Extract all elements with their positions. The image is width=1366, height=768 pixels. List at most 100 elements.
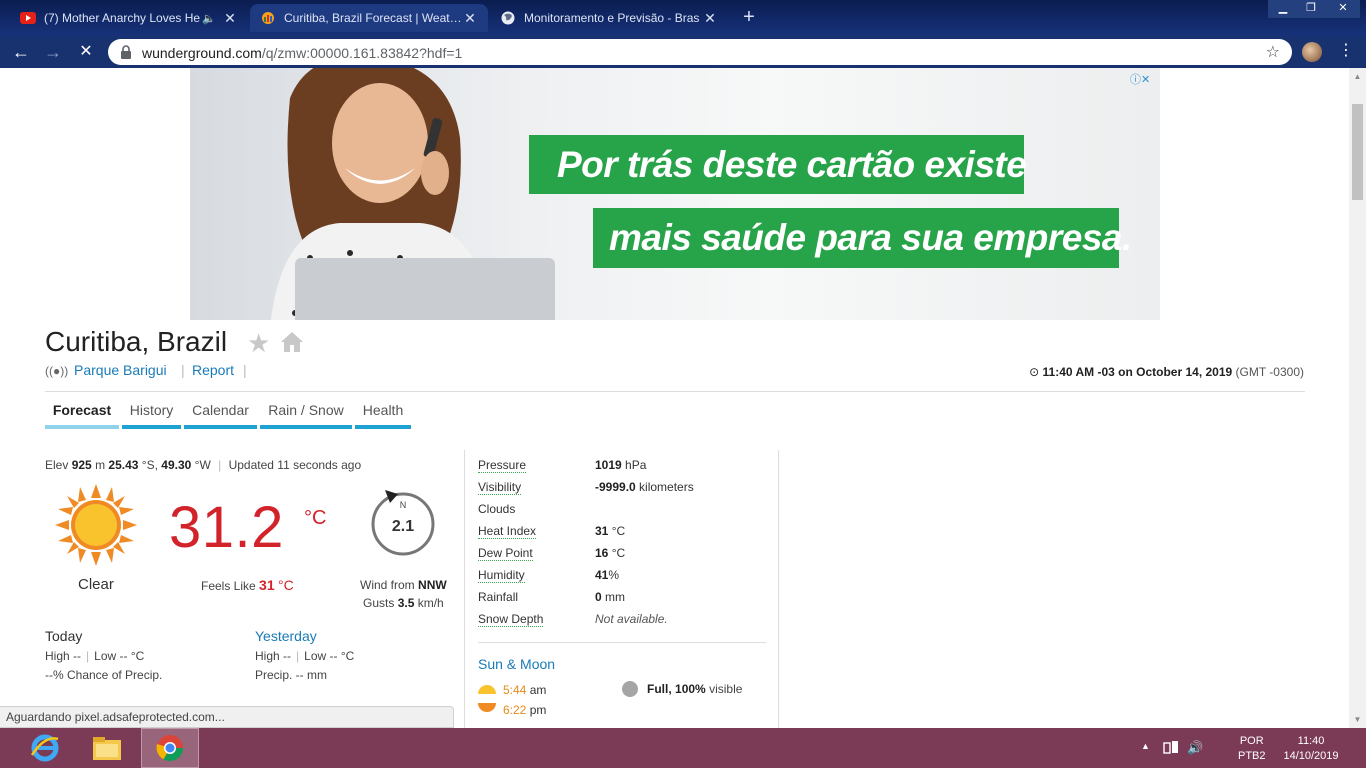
today-title: Today	[45, 628, 83, 644]
url-path: /q/zmw:00000.161.83842?hdf=1	[261, 45, 463, 61]
moon-phase: Full, 100% visible	[647, 682, 743, 696]
menu-icon[interactable]: ⋮	[1338, 40, 1354, 60]
minimize-button[interactable]: ▁	[1268, 0, 1298, 18]
browser-status-bar: Aguardando pixel.adsafeprotected.com...	[0, 706, 454, 728]
tab-label: History	[129, 402, 174, 418]
restore-button[interactable]: ❐	[1296, 0, 1326, 18]
page-scrollbar[interactable]: ▲ ▼	[1349, 68, 1366, 728]
favorite-star-icon[interactable]: ★	[247, 329, 270, 357]
divider: |	[243, 362, 247, 378]
snow-depth-label[interactable]: Snow Depth	[478, 612, 544, 627]
clock-icon: ⊙	[1029, 365, 1040, 379]
report-link[interactable]: Report	[192, 362, 234, 378]
home-icon[interactable]	[280, 331, 304, 353]
tray-expand-icon[interactable]: ▲	[1141, 741, 1150, 751]
stop-icon[interactable]: ✕	[75, 42, 97, 62]
chrome-taskbar-icon[interactable]	[141, 728, 199, 768]
tab-history[interactable]: History	[122, 400, 181, 429]
feels-like: Feels Like 31 °C	[201, 577, 294, 593]
url-host: wunderground.com	[142, 45, 262, 61]
internet-explorer-icon[interactable]	[16, 728, 74, 768]
heat-index-label[interactable]: Heat Index	[478, 524, 537, 539]
sun-moon-title[interactable]: Sun & Moon	[478, 656, 555, 672]
profile-avatar[interactable]	[1302, 42, 1322, 62]
dew-point-value: 16 °C	[595, 546, 626, 560]
scroll-down-icon[interactable]: ▼	[1349, 711, 1366, 728]
today-high-low: High -- | Low -- °C	[45, 649, 145, 663]
sunrise-icon	[478, 685, 496, 694]
tab-monitoramento[interactable]: Monitoramento e Previsão - Bras ✕	[490, 4, 728, 32]
wind-gusts: Gusts 3.5 km/h	[363, 596, 444, 610]
station-info: Elev 925 m 25.43 °S, 49.30 °W | Updated …	[45, 458, 362, 472]
pressure-label[interactable]: Pressure	[478, 458, 527, 473]
observation-time: ⊙ 11:40 AM -03 on October 14, 2019 (GMT …	[1029, 365, 1304, 379]
volume-icon[interactable]: 🔊	[1187, 740, 1203, 756]
ad-choices-icon[interactable]: ⓘ✕	[1130, 71, 1150, 87]
close-tab-icon[interactable]: ✕	[702, 10, 718, 27]
close-window-button[interactable]: ✕	[1326, 0, 1360, 18]
tab-calendar[interactable]: Calendar	[184, 400, 257, 429]
gmt-offset: (GMT -0300)	[1235, 365, 1304, 379]
station-link[interactable]: Parque Barigui	[74, 362, 167, 378]
back-icon[interactable]: ←	[10, 42, 32, 62]
divider-line	[45, 391, 1305, 392]
tab-label: Health	[362, 402, 404, 418]
windows-taskbar	[0, 728, 1366, 768]
input-language[interactable]: POR PTB2	[1238, 734, 1266, 764]
ad-photo-laptop	[295, 258, 555, 320]
yesterday-precip: Precip. -- mm	[255, 668, 327, 682]
updated-text: Updated 11 seconds ago	[228, 458, 362, 472]
condition-label: Clear	[78, 576, 114, 593]
tab-forecast[interactable]: Forecast	[45, 400, 119, 429]
tab-label: Forecast	[52, 402, 112, 418]
wind-speed: 2.1	[392, 518, 414, 535]
file-explorer-icon[interactable]	[78, 728, 136, 768]
current-temperature: 31.2	[169, 495, 284, 560]
snow-depth-value: Not available.	[595, 612, 668, 626]
network-icon[interactable]	[1163, 740, 1179, 756]
tab-title: Monitoramento e Previsão - Bras	[524, 11, 700, 25]
lock-icon	[121, 45, 131, 59]
close-tab-icon[interactable]: ✕	[462, 10, 478, 27]
temperature-unit[interactable]: °C	[304, 507, 326, 530]
tab-rain-snow[interactable]: Rain / Snow	[260, 400, 352, 429]
system-clock[interactable]: 11:40 14/10/2019	[1282, 734, 1340, 764]
close-tab-icon[interactable]: ✕	[222, 10, 238, 27]
browser-tab-strip: (7) Mother Anarchy Loves He 🔈 ✕ Curitiba…	[0, 0, 1366, 36]
moon-phase-icon	[622, 681, 638, 697]
observation-time-value: 11:40 AM -03 on October 14, 2019	[1042, 365, 1233, 379]
clouds-label: Clouds	[478, 502, 516, 516]
tab-health[interactable]: Health	[355, 400, 411, 429]
tab-wunderground[interactable]: Curitiba, Brazil Forecast | Weathe ✕	[250, 4, 488, 32]
youtube-icon	[20, 10, 36, 26]
forward-icon[interactable]: →	[42, 42, 64, 62]
new-tab-button[interactable]: +	[738, 6, 760, 29]
clear-sun-icon	[55, 484, 137, 566]
address-bar: ← → ✕ wunderground.com/q/zmw:00000.161.8…	[0, 36, 1366, 68]
url-input[interactable]: wunderground.com/q/zmw:00000.161.83842?h…	[108, 39, 1292, 65]
bookmark-star-icon[interactable]: ☆	[1266, 42, 1280, 62]
humidity-value: 41%	[595, 568, 620, 582]
scroll-up-icon[interactable]: ▲	[1349, 68, 1366, 85]
tab-youtube[interactable]: (7) Mother Anarchy Loves He 🔈 ✕	[10, 4, 248, 32]
sunset-icon	[478, 703, 496, 712]
dew-point-label[interactable]: Dew Point	[478, 546, 533, 561]
audio-icon[interactable]: 🔈	[202, 12, 216, 25]
divider-line	[478, 642, 766, 643]
pressure-value: 1019 hPa	[595, 458, 647, 472]
wunderground-icon	[260, 10, 276, 26]
humidity-label[interactable]: Humidity	[478, 568, 525, 583]
rainfall-label: Rainfall	[478, 590, 519, 604]
visibility-label[interactable]: Visibility	[478, 480, 522, 495]
heat-index-value: 31 °C	[595, 524, 626, 538]
page-title: Curitiba, Brazil	[45, 326, 228, 357]
ad-banner[interactable]: Por trás deste cartão existe mais saúde …	[190, 68, 1160, 320]
yesterday-high-low: High -- | Low -- °C	[255, 649, 355, 663]
sunset-time: 6:22 pm	[503, 703, 547, 717]
station-signal-icon: ((●))	[45, 364, 69, 378]
yesterday-link[interactable]: Yesterday	[255, 628, 317, 644]
globe-icon	[500, 10, 516, 26]
ad-headline-1: Por trás deste cartão existe	[529, 135, 1027, 194]
tab-title: (7) Mother Anarchy Loves He	[44, 11, 201, 25]
scroll-thumb[interactable]	[1352, 104, 1363, 200]
